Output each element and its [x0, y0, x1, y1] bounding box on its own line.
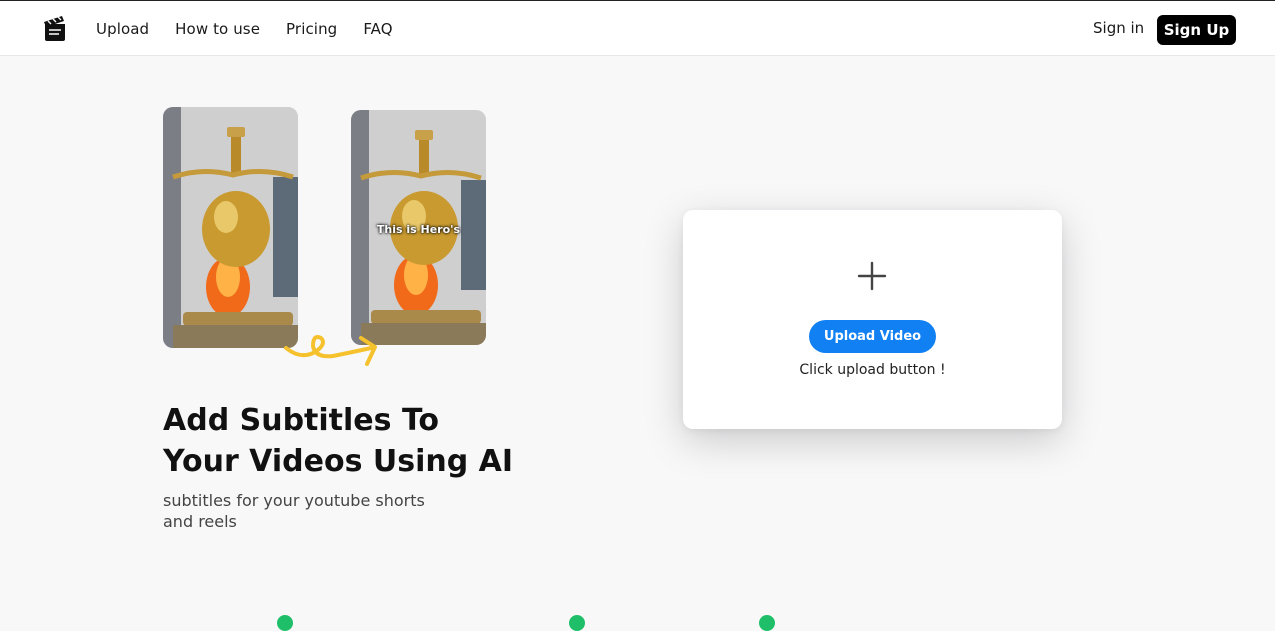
main-nav: Upload How to use Pricing FAQ — [96, 1, 393, 57]
nav-pricing[interactable]: Pricing — [286, 20, 337, 38]
nav-upload[interactable]: Upload — [96, 20, 149, 38]
preview-before-image — [163, 107, 298, 348]
sign-in-link[interactable]: Sign in — [1093, 19, 1144, 37]
clapperboard-icon[interactable] — [42, 15, 68, 43]
curly-arrow-icon — [284, 335, 377, 366]
sign-up-button[interactable]: Sign Up — [1157, 15, 1236, 45]
preview-after-image: This is Hero's — [351, 110, 486, 345]
feature-check-icon — [569, 615, 585, 631]
feature-check-icon — [277, 615, 293, 631]
plus-icon[interactable] — [856, 260, 888, 292]
upload-video-button[interactable]: Upload Video — [809, 320, 936, 353]
nav-faq[interactable]: FAQ — [363, 20, 392, 38]
feature-check-icon — [759, 615, 775, 631]
nav-how-to-use[interactable]: How to use — [175, 20, 260, 38]
upload-card: Upload Video Click upload button ! — [683, 210, 1062, 429]
hero-subtitle: subtitles for your youtube shorts and re… — [163, 491, 425, 531]
top-navbar: Upload How to use Pricing FAQ Sign in Si… — [0, 0, 1275, 56]
subtitle-caption: This is Hero's — [376, 223, 461, 236]
hero-title: Add Subtitles To Your Videos Using AI — [163, 403, 514, 479]
upload-hint: Click upload button ! — [799, 362, 946, 378]
